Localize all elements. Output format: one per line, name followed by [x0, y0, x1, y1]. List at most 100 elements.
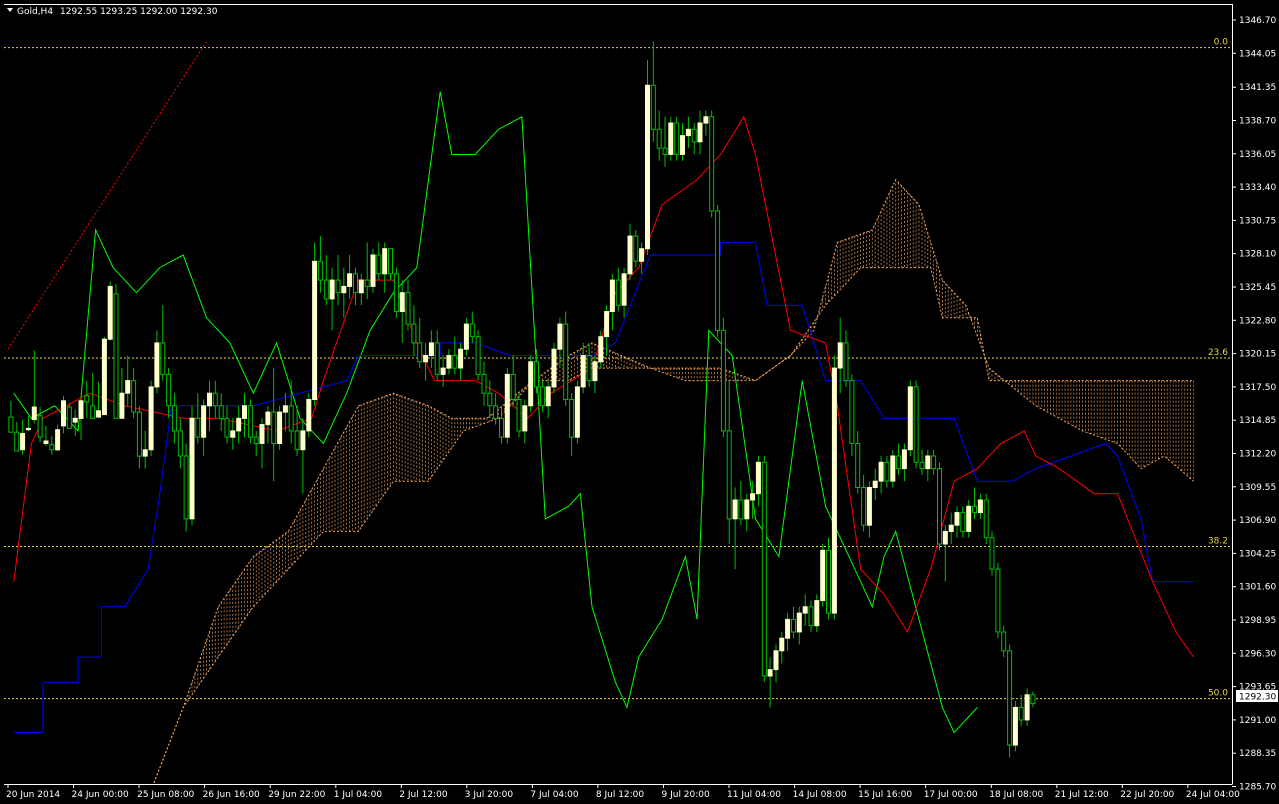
candle-body — [645, 84, 650, 250]
candle-body — [253, 436, 259, 445]
candle-body — [767, 669, 773, 677]
candle-body — [796, 612, 802, 633]
candle-body — [1030, 694, 1036, 705]
symbol-label: Gold,H4 — [17, 7, 53, 17]
price-tick-label: 1288.35 — [1239, 749, 1276, 759]
candle-body — [668, 122, 674, 155]
candle-body — [820, 549, 826, 602]
window-header[interactable]: Gold,H4 1292.55 1293.25 1292.00 1292.30 — [7, 7, 218, 17]
candle-body — [615, 279, 621, 306]
candle-body — [358, 279, 364, 294]
candle-body — [160, 342, 166, 375]
candle-body — [855, 443, 861, 488]
candle-body — [995, 568, 1001, 633]
candle-body — [66, 406, 72, 429]
candle-body — [247, 405, 253, 438]
price-tick-label: 1301.60 — [1239, 583, 1276, 593]
candle-body — [364, 279, 370, 287]
candle-body — [814, 600, 820, 627]
candle-body — [569, 399, 575, 438]
candle-body — [896, 455, 902, 470]
candle-body — [989, 537, 995, 570]
time-tick-label: 24 Jul 04:00 — [1186, 790, 1240, 800]
price-tick-label: 1296.30 — [1239, 649, 1276, 659]
time-tick-label: 20 Jun 2014 — [6, 790, 60, 800]
candle-body — [849, 380, 855, 444]
candle-body — [773, 650, 779, 671]
candle-body — [259, 424, 265, 444]
candle-body — [499, 417, 504, 438]
candle-body — [592, 361, 598, 382]
price-tick-label: 1338.70 — [1239, 117, 1276, 127]
price-tick-label: 1328.10 — [1239, 250, 1276, 260]
price-tick-label: 1317.50 — [1239, 383, 1276, 393]
price-tick-label: 1309.55 — [1239, 483, 1276, 493]
candle-body — [785, 618, 791, 639]
candle-body — [650, 84, 656, 130]
candle-body — [294, 430, 300, 451]
candle-body — [960, 512, 966, 532]
candle-body — [8, 416, 14, 433]
candle-body — [43, 440, 49, 444]
candle-body — [750, 493, 756, 501]
candle-body — [265, 411, 271, 426]
candle-body — [534, 361, 539, 388]
candle-body — [382, 248, 388, 275]
candle-body — [405, 292, 411, 325]
candle-body — [715, 210, 721, 331]
candle-body — [744, 499, 750, 520]
candle-body — [808, 606, 814, 627]
price-tick-label: 1336.05 — [1239, 150, 1276, 160]
price-tick-label: 1333.40 — [1239, 183, 1276, 193]
candle-body — [738, 499, 744, 520]
candle-body — [639, 248, 645, 262]
candle-body — [1001, 631, 1007, 652]
candle-body — [25, 427, 31, 431]
current-price-label: 1292.30 — [1239, 693, 1276, 703]
candle-body — [598, 336, 604, 363]
candle-body — [61, 400, 66, 427]
candle-body — [720, 329, 726, 432]
candle-body — [201, 405, 207, 438]
candle-body — [212, 392, 218, 407]
candle-body — [913, 386, 919, 463]
candle-body — [142, 449, 148, 457]
candle-body — [300, 430, 306, 451]
candle-body — [335, 279, 341, 294]
candle-body — [580, 355, 586, 388]
candle-body — [493, 405, 499, 419]
time-tick-label: 2 Jul 12:00 — [399, 790, 448, 800]
candle-body — [277, 411, 283, 445]
candle-body — [177, 430, 183, 457]
candle-body — [341, 285, 347, 294]
candle-body — [826, 549, 831, 614]
time-tick-label: 9 Jul 20:00 — [662, 790, 711, 800]
time-tick-label: 14 Jul 08:00 — [793, 790, 847, 800]
candle-body — [469, 323, 475, 338]
price-chart[interactable]: 0.0 23.6 38.2 50.0 1346.70 1344.05 1341.35 133… — [0, 0, 1279, 804]
price-tick-label: 1346.70 — [1239, 16, 1276, 26]
candle-body — [983, 499, 989, 539]
candle-body — [522, 405, 528, 432]
candle-body — [709, 116, 715, 212]
price-tick-label: 1320.15 — [1239, 350, 1276, 360]
price-tick-label: 1306.90 — [1239, 516, 1276, 526]
price-tick-label: 1304.25 — [1239, 549, 1276, 559]
candle-body — [78, 400, 84, 419]
time-tick-label: 11 Jul 04:00 — [727, 790, 781, 800]
candle-body — [236, 417, 242, 432]
current-price-tag: 1292.30 — [1236, 690, 1278, 703]
candle-body — [487, 392, 493, 407]
candle-body — [481, 373, 487, 394]
price-tick-label: 1291.00 — [1239, 716, 1276, 726]
candle-body — [49, 444, 55, 451]
candle-body — [458, 348, 464, 369]
candle-body — [551, 348, 557, 388]
candle-body — [183, 455, 189, 520]
candle-body — [148, 386, 154, 451]
candle-body — [890, 455, 896, 482]
candle-body — [1012, 706, 1018, 746]
time-tick-label: 26 Jun 16:00 — [203, 790, 260, 800]
candle-body — [101, 338, 107, 416]
candle-body — [674, 122, 680, 155]
